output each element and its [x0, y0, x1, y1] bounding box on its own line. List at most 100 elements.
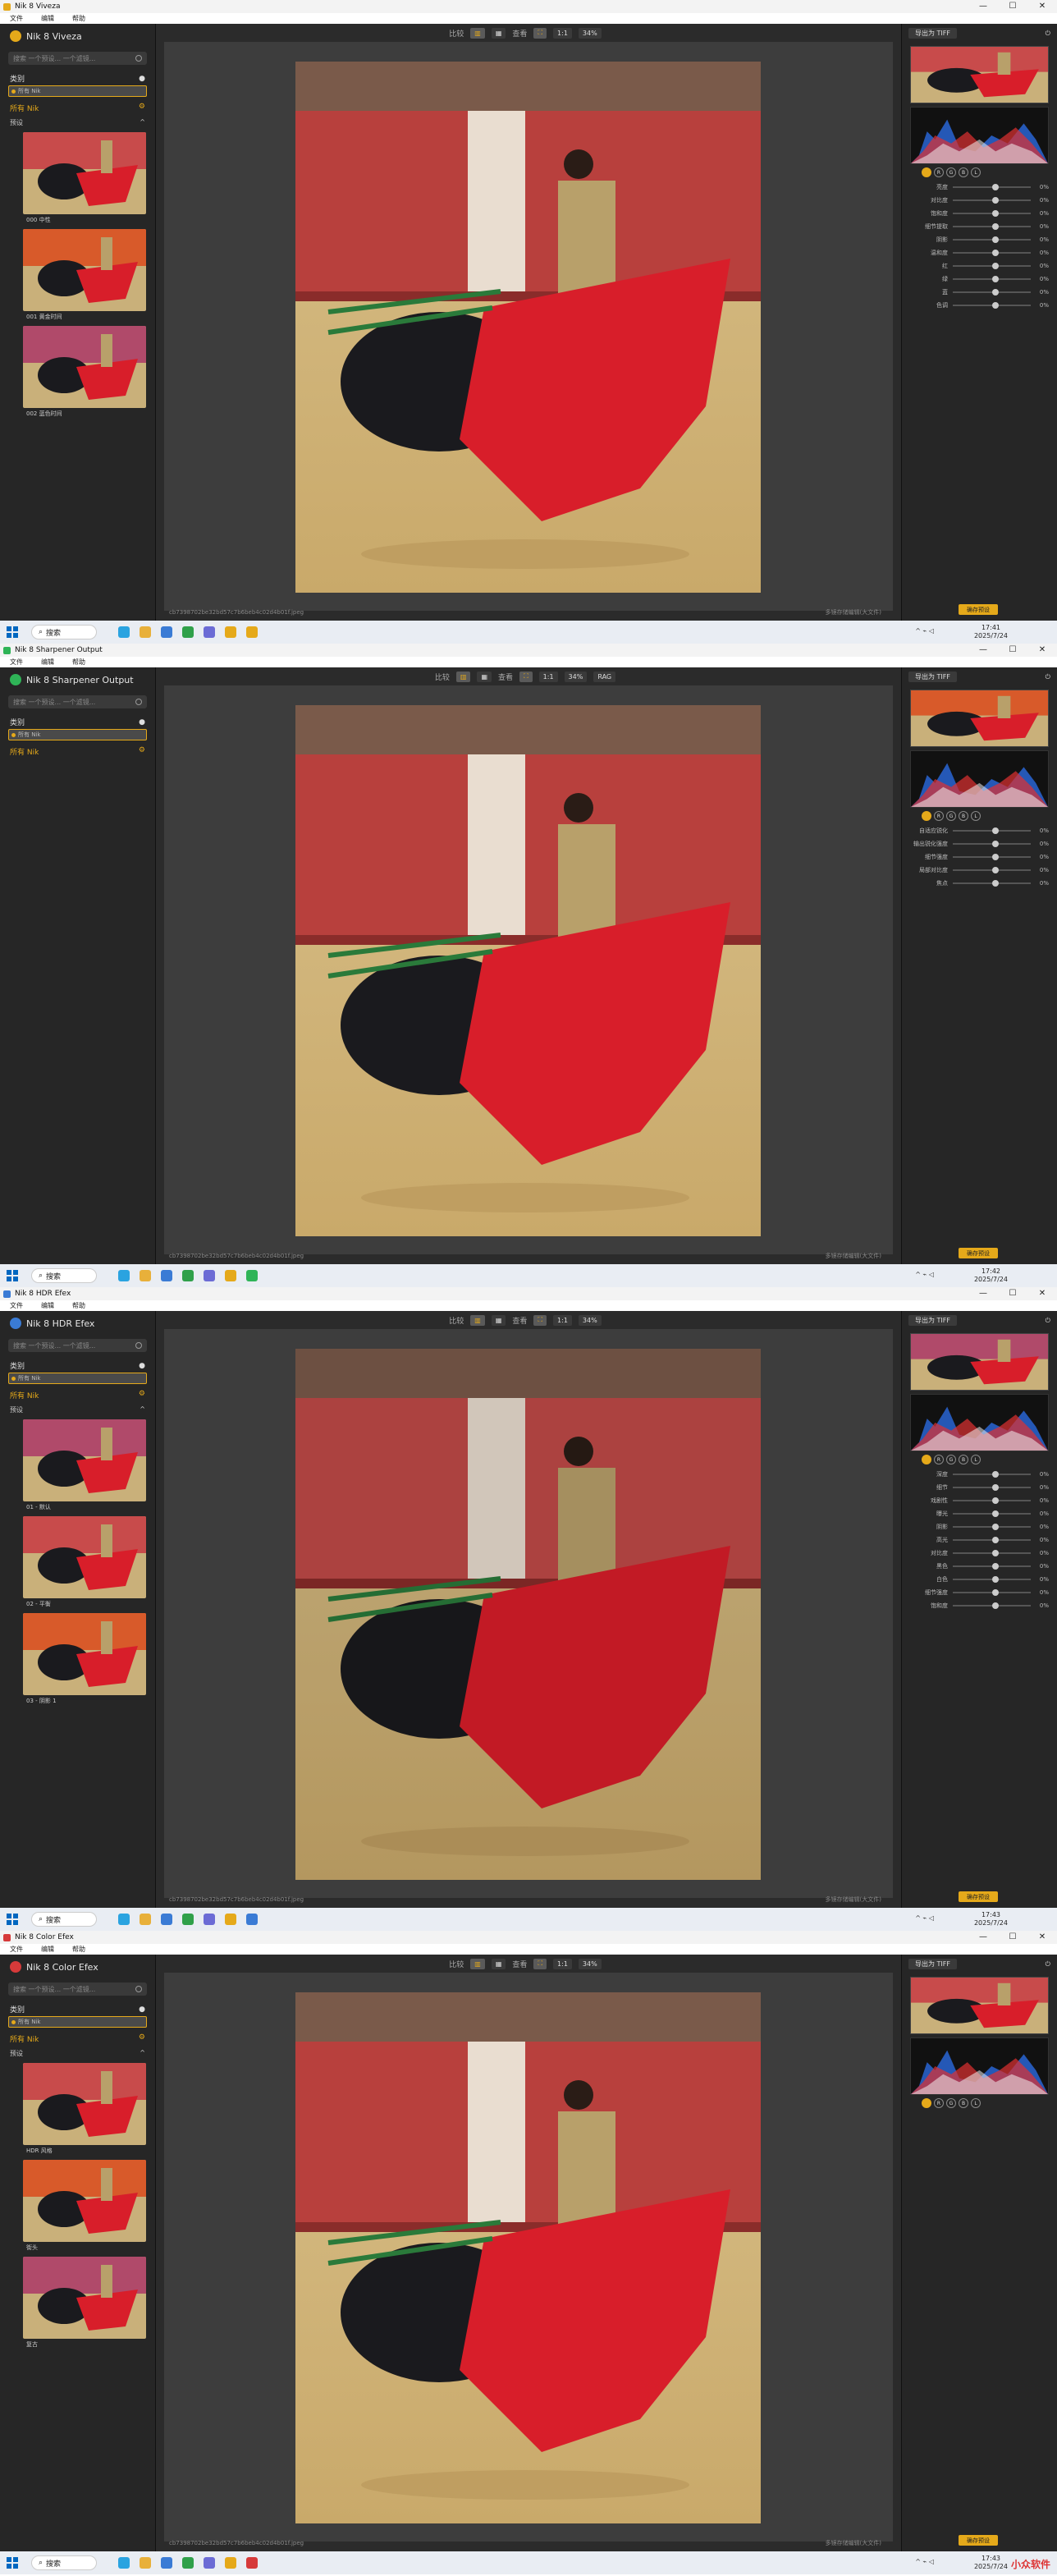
adjustment-slider[interactable]: 焦点 0% [902, 877, 1057, 890]
slider-knob[interactable] [991, 250, 999, 256]
fit-view-button[interactable]: ⛶ [533, 1314, 547, 1326]
menu-item[interactable]: 帮助 [72, 658, 85, 667]
save-as-button[interactable]: 导出为 TIFF [908, 672, 957, 682]
slider-knob[interactable] [991, 289, 999, 296]
clock[interactable]: 17:42 2025/7/24 [974, 1267, 1008, 1284]
tag-all-nik[interactable]: 所有 Nik [8, 85, 147, 97]
taskbar-app-icon[interactable] [140, 1270, 151, 1281]
adjustment-slider[interactable]: 对比度 0% [902, 194, 1057, 207]
fit-view-button[interactable]: ⛶ [519, 671, 533, 682]
preset-thumbnail[interactable] [23, 2160, 146, 2242]
search-icon[interactable] [135, 1986, 142, 1992]
category-header[interactable]: 类别 ● [0, 71, 155, 85]
tag-all-nik[interactable]: 所有 Nik [8, 1373, 147, 1384]
slider-track[interactable] [953, 250, 1031, 256]
channel-button[interactable]: R [934, 1455, 944, 1464]
slider-track[interactable] [953, 880, 1031, 887]
channel-button[interactable]: B [959, 2098, 968, 2108]
slider-knob[interactable] [991, 223, 999, 230]
taskbar-app-icon[interactable] [246, 1270, 258, 1281]
zoom-select[interactable]: 34% [578, 27, 602, 39]
menu-item[interactable]: 帮助 [72, 1945, 85, 1954]
taskbar-app-icon[interactable] [118, 2557, 130, 2569]
all-nik-header[interactable]: 所有 Nik ⚙ [0, 1387, 155, 1404]
adjustment-slider[interactable]: 细节强度 0% [902, 850, 1057, 864]
compare-split-button[interactable]: ▥ [455, 671, 471, 682]
filter-dot-icon[interactable]: ● [139, 75, 145, 83]
start-icon[interactable] [7, 1914, 18, 1925]
minimize-icon[interactable]: — [968, 0, 998, 13]
save-as-button[interactable]: 导出为 TIFF [908, 28, 957, 39]
slider-track[interactable] [953, 1510, 1031, 1517]
taskbar-search[interactable]: ⌕ 搜索 [31, 1912, 97, 1927]
actual-size-button[interactable]: 1:1 [553, 27, 572, 39]
slider-knob[interactable] [991, 184, 999, 190]
category-header[interactable]: 类别 ● [0, 1359, 155, 1373]
clock[interactable]: 17:41 2025/7/24 [974, 624, 1008, 640]
channel-button[interactable]: R [934, 167, 944, 177]
slider-knob[interactable] [991, 1510, 999, 1517]
channel-button[interactable] [922, 1455, 931, 1464]
slider-track[interactable] [953, 1471, 1031, 1478]
slider-knob[interactable] [991, 1563, 999, 1570]
taskbar-app-icon[interactable] [182, 1914, 194, 1925]
channel-button[interactable]: B [959, 1455, 968, 1464]
maximize-icon[interactable]: ☐ [998, 1931, 1027, 1944]
slider-knob[interactable] [991, 1576, 999, 1583]
filter-dot-icon[interactable]: ● [139, 2005, 145, 2014]
taskbar-app-icon[interactable] [225, 1914, 236, 1925]
slider-knob[interactable] [991, 1497, 999, 1504]
channel-button[interactable]: B [959, 167, 968, 177]
fit-view-button[interactable]: ⛶ [533, 27, 547, 39]
channel-button[interactable]: L [971, 2098, 981, 2108]
adjustment-slider[interactable]: 亮度 0% [902, 181, 1057, 194]
adjustment-slider[interactable]: 饱和度 0% [902, 1599, 1057, 1612]
menu-item[interactable]: 文件 [10, 14, 23, 23]
start-icon[interactable] [7, 2557, 18, 2569]
preset-thumbnail[interactable] [23, 1613, 146, 1695]
slider-knob[interactable] [991, 1550, 999, 1556]
close-icon[interactable]: ✕ [1027, 0, 1057, 13]
slider-track[interactable] [953, 210, 1031, 217]
mode-select[interactable]: RAG [593, 671, 616, 682]
search-input[interactable]: 搜索 一个预设... 一个滤镜... [8, 52, 147, 65]
slider-track[interactable] [953, 276, 1031, 282]
menu-item[interactable]: 编辑 [41, 1301, 54, 1310]
maximize-icon[interactable]: ☐ [998, 644, 1027, 657]
slider-track[interactable] [953, 1484, 1031, 1491]
compare-split-button[interactable]: ▥ [470, 1314, 485, 1326]
start-icon[interactable] [7, 626, 18, 638]
slider-track[interactable] [953, 1524, 1031, 1530]
menu-item[interactable]: 帮助 [72, 1301, 85, 1310]
apply-button[interactable]: 确存预设 [959, 1248, 998, 1258]
search-icon[interactable] [135, 1342, 142, 1349]
zoom-select[interactable]: 34% [564, 671, 588, 682]
slider-track[interactable] [953, 302, 1031, 309]
adjustment-slider[interactable]: 细节提取 0% [902, 220, 1057, 233]
tag-all-nik[interactable]: 所有 Nik [8, 729, 147, 740]
zoom-select[interactable]: 34% [578, 1958, 602, 1969]
slider-track[interactable] [953, 1602, 1031, 1609]
taskbar-app-icon[interactable] [161, 1914, 172, 1925]
preset-thumbnail[interactable] [23, 2063, 146, 2145]
adjustment-slider[interactable]: 色调 0% [902, 299, 1057, 312]
taskbar-app-icon[interactable] [118, 626, 130, 638]
taskbar-search[interactable]: ⌕ 搜索 [31, 625, 97, 639]
actual-size-button[interactable]: 1:1 [553, 1958, 572, 1969]
slider-knob[interactable] [991, 197, 999, 204]
slider-track[interactable] [953, 184, 1031, 190]
clock[interactable]: 17:43 2025/7/24 [974, 2555, 1008, 2571]
slider-track[interactable] [953, 827, 1031, 834]
channel-button[interactable] [922, 811, 931, 821]
menu-item[interactable]: 文件 [10, 1945, 23, 1954]
taskbar-app-icon[interactable] [118, 1914, 130, 1925]
menu-item[interactable]: 编辑 [41, 14, 54, 23]
taskbar-app-icon[interactable] [161, 1270, 172, 1281]
slider-track[interactable] [953, 1576, 1031, 1583]
save-as-button[interactable]: 导出为 TIFF [908, 1959, 957, 1969]
slider-track[interactable] [953, 1589, 1031, 1596]
slider-track[interactable] [953, 1550, 1031, 1556]
close-icon[interactable]: ✕ [1027, 1931, 1057, 1944]
adjustment-slider[interactable]: 白色 0% [902, 1573, 1057, 1586]
adjustment-slider[interactable]: 阴影 0% [902, 1520, 1057, 1533]
